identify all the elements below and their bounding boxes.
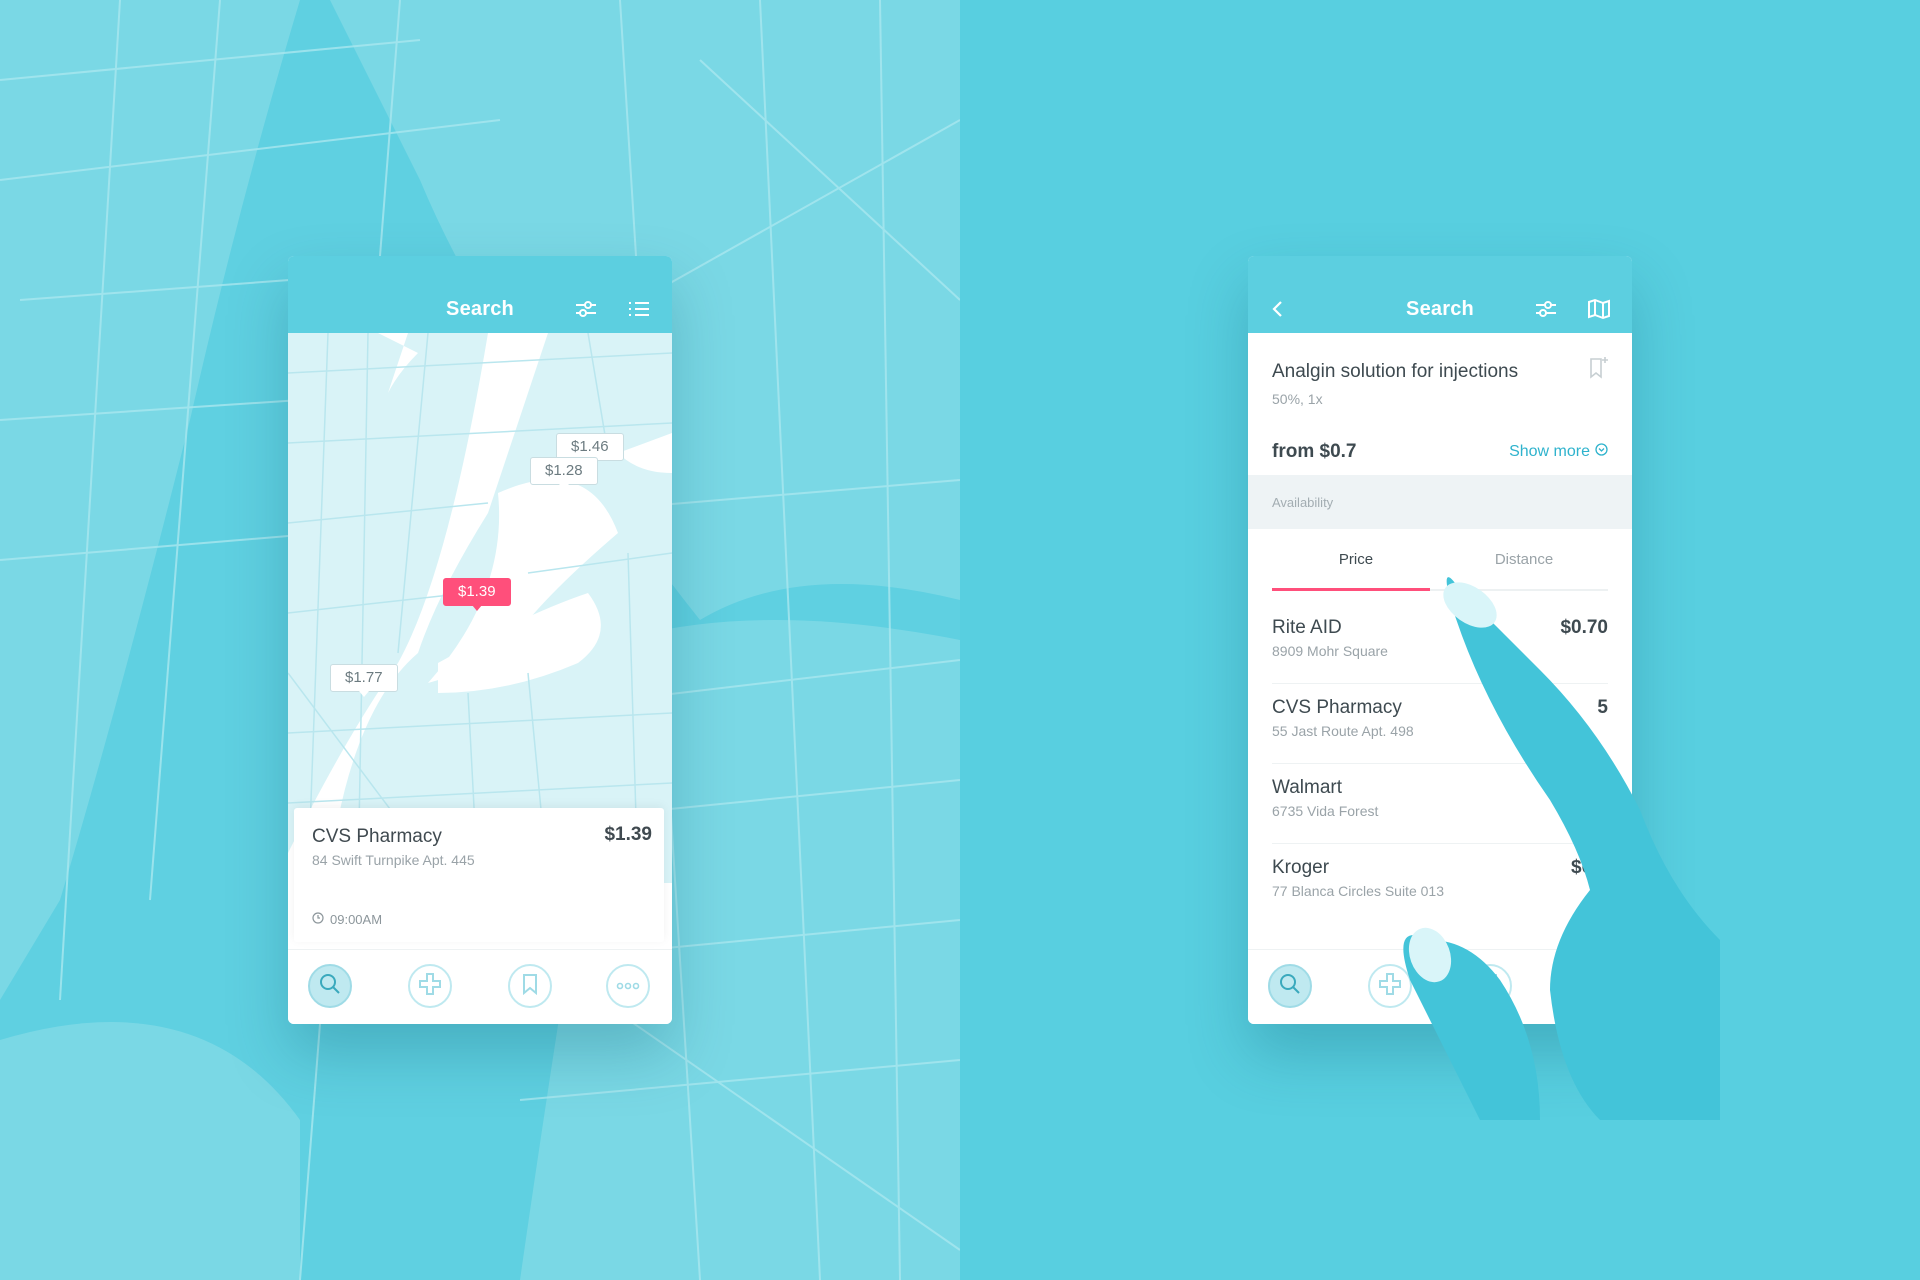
- opening-time: 09:00AM: [312, 912, 382, 927]
- tab-add[interactable]: [408, 964, 452, 1008]
- pharmacy-address: 55 Jast Route Apt. 498: [1272, 723, 1414, 739]
- show-more-link[interactable]: Show more: [1509, 443, 1608, 461]
- tab-more[interactable]: [606, 964, 650, 1008]
- plus-icon: [418, 972, 442, 1001]
- plus-icon: [1378, 972, 1402, 1001]
- availability-section-header: Availability: [1248, 475, 1632, 529]
- drug-name: Analgin solution for injections: [1272, 361, 1519, 382]
- availability-label: Availability: [1272, 495, 1334, 510]
- pharmacy-name: CVS Pharmacy: [1272, 697, 1402, 718]
- pharmacy-address: 84 Swift Turnpike Apt. 445: [312, 852, 475, 868]
- pharmacy-name: Walmart: [1272, 777, 1343, 798]
- map-icon[interactable]: [1586, 296, 1612, 322]
- pharmacy-name: Rite AID: [1272, 617, 1342, 638]
- map-view[interactable]: $1.46 $1.28 $1.39 $1.77: [288, 333, 672, 883]
- from-price: from $0.7: [1272, 441, 1357, 462]
- tab-search[interactable]: [1268, 964, 1312, 1008]
- hand-illustration: [1400, 560, 1720, 1125]
- filter-icon[interactable]: [573, 296, 599, 322]
- tab-search[interactable]: [308, 964, 352, 1008]
- bookmark-add-icon[interactable]: [1588, 355, 1610, 386]
- header: Search: [288, 256, 672, 333]
- search-icon: [1279, 973, 1301, 1000]
- tab-saved[interactable]: [508, 964, 552, 1008]
- bookmark-icon: [521, 973, 539, 1000]
- pharmacy-address: 6735 Vida Forest: [1272, 803, 1379, 819]
- search-icon: [319, 973, 341, 1000]
- drug-details: 50%, 1x: [1272, 391, 1323, 407]
- map-screen: Search $1.46 $1.28 $1.39 $1.77 CVS Pharm…: [288, 256, 672, 1024]
- price-tag[interactable]: $1.28: [530, 457, 598, 490]
- chevron-circle-icon: [1595, 443, 1608, 461]
- clock-icon: [312, 912, 324, 927]
- page-title: Search: [446, 298, 514, 320]
- opening-time-text: 09:00AM: [330, 912, 383, 927]
- pharmacy-address: 8909 Mohr Square: [1272, 643, 1388, 659]
- header: Search: [1248, 256, 1632, 333]
- show-more-label: Show more: [1509, 443, 1590, 460]
- list-icon[interactable]: [626, 296, 652, 322]
- price-tag[interactable]: $1.77: [330, 664, 398, 697]
- price-tag-selected[interactable]: $1.39: [443, 578, 511, 611]
- pharmacy-name: CVS Pharmacy: [312, 826, 442, 847]
- tab-bar: [288, 949, 672, 1024]
- pharmacy-name: Kroger: [1272, 857, 1330, 878]
- pharmacy-price: $1.39: [604, 824, 652, 845]
- more-icon: [616, 977, 640, 995]
- pharmacy-card[interactable]: CVS Pharmacy $1.39 84 Swift Turnpike Apt…: [294, 808, 664, 942]
- page-title: Search: [1406, 298, 1474, 320]
- filter-icon[interactable]: [1533, 296, 1559, 322]
